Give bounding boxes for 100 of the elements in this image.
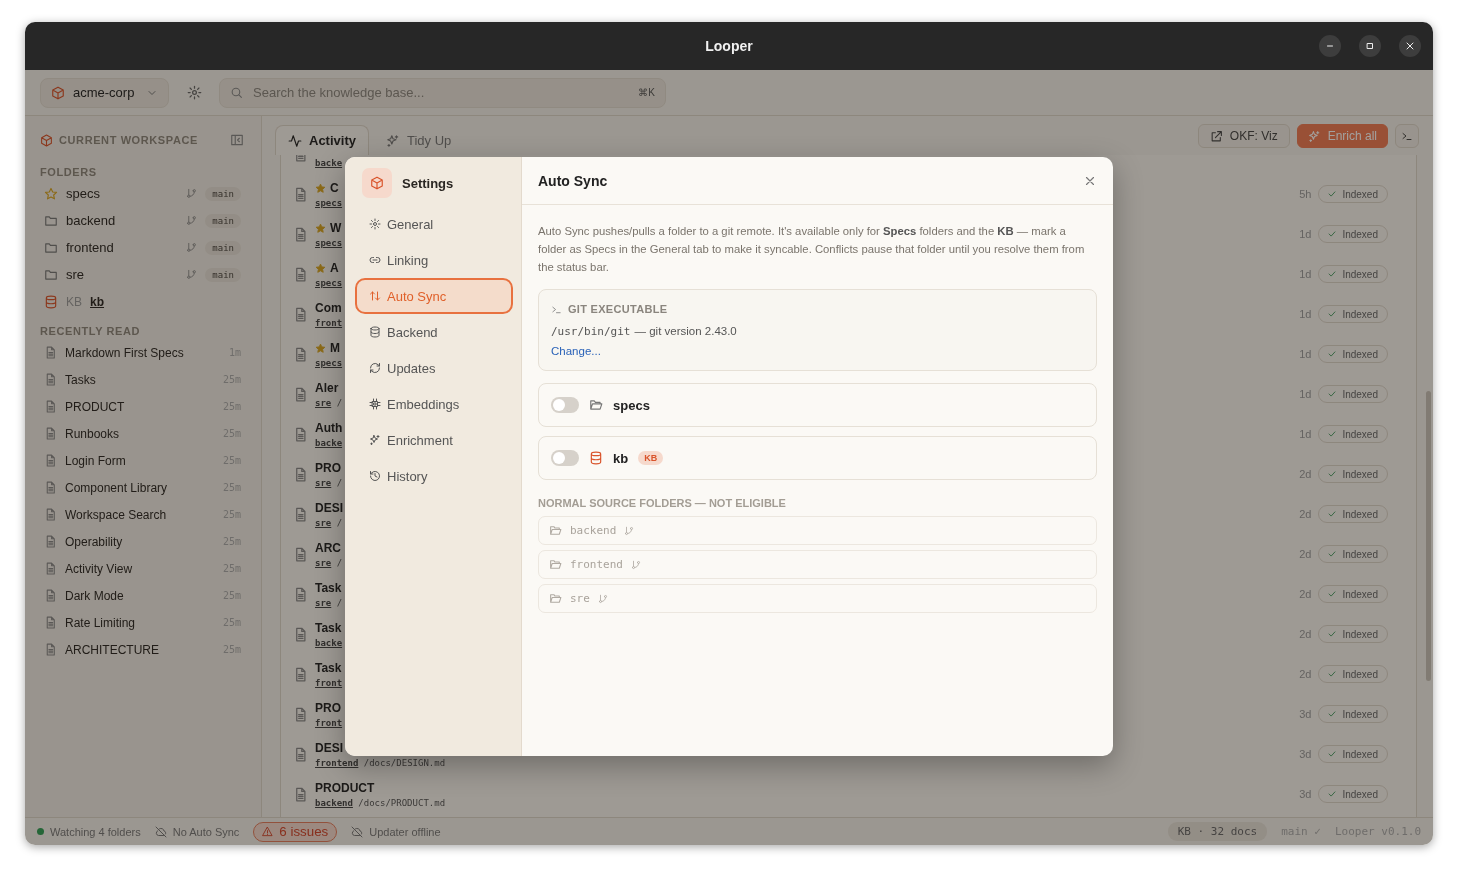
terminal-button[interactable] [1395, 124, 1419, 148]
branch-icon [186, 242, 198, 253]
card-heading: GIT EXECUTABLE [568, 303, 668, 315]
document-title[interactable]: PRO [315, 461, 341, 475]
document-icon [293, 186, 308, 202]
file-path: front [315, 678, 343, 688]
nav-item[interactable]: Linking [355, 242, 513, 278]
document-icon [44, 616, 57, 629]
document-title[interactable]: Task [315, 581, 342, 595]
recent-title[interactable]: Markdown First Specs [65, 345, 184, 360]
document-icon [44, 400, 57, 413]
sparkles-icon [369, 434, 381, 446]
check-icon [1327, 509, 1338, 519]
recent-title[interactable]: Tasks [65, 372, 96, 387]
file-path: specs [315, 358, 343, 368]
branch-label: main [205, 186, 241, 201]
search-field[interactable]: Search the knowledge base... ⌘K [219, 77, 666, 108]
toggle-switch[interactable] [551, 397, 579, 413]
viz-button[interactable]: OKF: Viz [1197, 124, 1290, 148]
tab[interactable]: Tidy Up [372, 125, 465, 155]
change-link[interactable]: Change... [551, 345, 601, 357]
check-icon [1327, 709, 1338, 719]
folder-name[interactable]: kb [90, 294, 105, 309]
document-title[interactable]: DESI [315, 741, 343, 755]
document-title[interactable]: C [330, 181, 339, 195]
document-title[interactable]: Com [315, 301, 342, 315]
folder-name[interactable]: specs [66, 186, 100, 201]
activity-icon [288, 133, 302, 148]
workspace-selector[interactable]: acme-corp [40, 77, 169, 108]
recent-title[interactable]: PRODUCT [65, 399, 125, 414]
page-title: Auto Sync [538, 172, 608, 189]
search-input[interactable]: Search the knowledge base... [251, 84, 631, 101]
check-icon [1327, 629, 1338, 639]
recent-title[interactable]: Rate Limiting [65, 615, 136, 630]
branch-icon [186, 215, 198, 226]
document-title[interactable]: Task [315, 621, 342, 635]
recent-title[interactable]: Login Form [65, 453, 126, 468]
dialog-title: Settings [402, 175, 454, 191]
nav-item[interactable]: Updates [355, 350, 513, 386]
document-title[interactable]: PRODUCT [315, 781, 375, 795]
nav-item[interactable]: Enrichment [355, 422, 513, 458]
folder-name[interactable]: backend [66, 213, 116, 228]
close-button[interactable] [1399, 35, 1421, 57]
folder-name[interactable]: sre [66, 267, 85, 282]
document-icon [44, 589, 57, 602]
document-title[interactable]: PRO [315, 701, 341, 715]
file-path: backend /docs/PRODUCT.md [315, 798, 446, 808]
status-text: Indexed [1342, 428, 1378, 440]
status-text: Indexed [1342, 308, 1378, 320]
toggle-switch[interactable] [551, 450, 579, 466]
recent-title[interactable]: Workspace Search [65, 507, 167, 522]
nav-item[interactable]: Embeddings [355, 386, 513, 422]
arrows-icon [369, 290, 381, 302]
nav-item[interactable]: Backend [355, 314, 513, 350]
file-path: backe [315, 158, 343, 168]
document-title[interactable]: M [330, 341, 340, 355]
time-ago: 2d [1299, 508, 1312, 520]
recent-title[interactable]: Activity View [65, 561, 133, 576]
status-text: Indexed [1342, 228, 1378, 240]
scrollbar-thumb[interactable] [1426, 391, 1431, 681]
folder-name[interactable]: frontend [66, 240, 114, 255]
recent-title[interactable]: Dark Mode [65, 588, 124, 603]
recent-title[interactable]: ARCHITECTURE [65, 642, 159, 657]
document-title[interactable]: ARC [315, 541, 341, 555]
document-icon [44, 481, 57, 494]
status-text: Indexed [1342, 748, 1378, 760]
close-icon [1404, 40, 1416, 52]
recent-title[interactable]: Operability [65, 534, 123, 549]
time-ago: 1d [1299, 268, 1312, 280]
status-text: Indexed [1342, 588, 1378, 600]
document-title[interactable]: Aler [315, 381, 339, 395]
minimize-button[interactable] [1319, 35, 1341, 57]
check-icon [1327, 669, 1338, 679]
updater-status: Updater offline [369, 825, 441, 838]
branch-icon [624, 525, 635, 536]
nav-item[interactable]: History [355, 458, 513, 494]
kb-docs-count: KB · 32 docs [1167, 822, 1268, 841]
external-link-icon [1209, 129, 1223, 143]
maximize-button[interactable] [1359, 35, 1381, 57]
document-title[interactable]: Auth [315, 421, 343, 435]
history-icon [369, 470, 381, 482]
document-icon [293, 786, 308, 802]
document-icon [44, 427, 57, 440]
recent-title[interactable]: Component Library [65, 480, 168, 495]
document-title[interactable]: DESI [315, 501, 343, 515]
branch-icon [186, 188, 198, 199]
time-ago: 1d [1299, 308, 1312, 320]
cube-icon [370, 176, 384, 190]
document-icon [293, 346, 308, 362]
section-heading: RECENTLY READ [40, 325, 141, 337]
time-ago: 2d [1299, 628, 1312, 640]
file-path: front [315, 318, 343, 328]
nav-item[interactable]: General [355, 206, 513, 242]
document-title[interactable]: W [330, 221, 342, 235]
document-title[interactable]: A [330, 261, 339, 275]
cube-icon [51, 85, 65, 100]
document-title[interactable]: Task [315, 661, 342, 675]
tab[interactable]: Activity [275, 125, 369, 155]
branch-icon [597, 593, 608, 604]
recent-title[interactable]: Runbooks [65, 426, 120, 441]
